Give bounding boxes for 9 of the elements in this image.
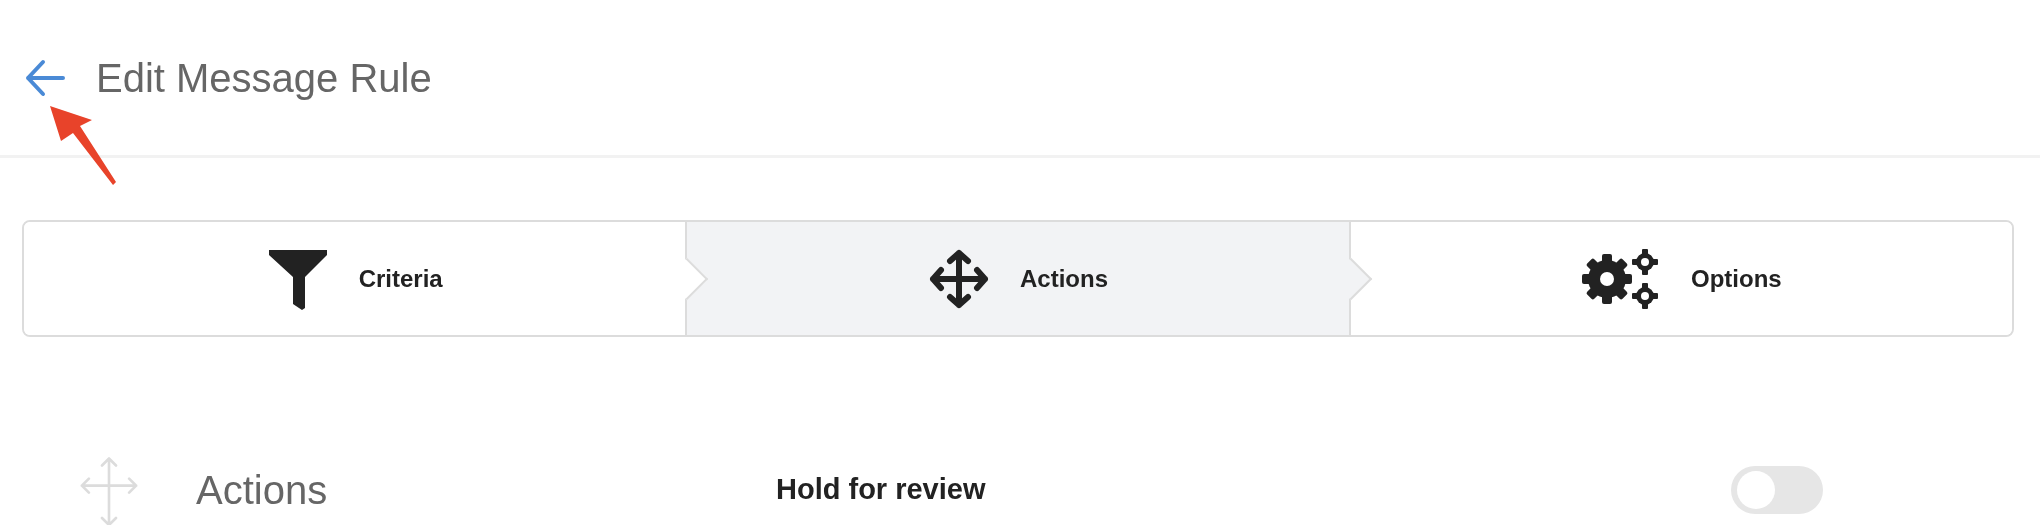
toggle-switch[interactable] [1731,466,1823,514]
back-arrow-icon [24,58,66,97]
gears-icon [1581,247,1661,310]
page-title: Edit Message Rule [96,54,432,102]
move-icon [928,247,990,310]
funnel-icon [266,247,329,310]
step-tab[interactable]: Actions [687,222,1349,335]
setting-label: Hold for review [776,472,987,508]
section-title: Actions [196,467,329,514]
